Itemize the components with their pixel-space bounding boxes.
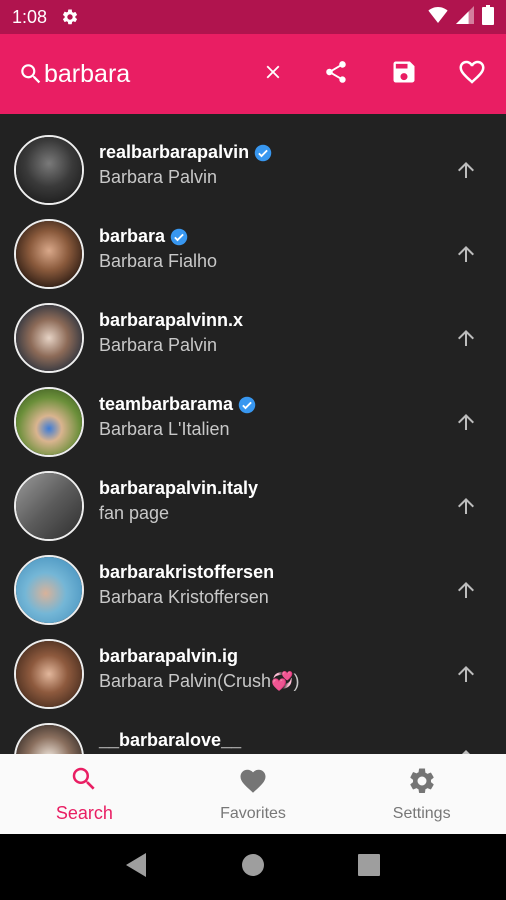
- heart-icon: [238, 766, 268, 801]
- fill-search-button[interactable]: [448, 320, 484, 356]
- username: barbarapalvinn.x: [99, 310, 244, 330]
- avatar: [14, 219, 84, 289]
- list-item[interactable]: barbarakristoffersen Barbara Kristoffers…: [0, 548, 506, 632]
- cell-signal-icon: [456, 5, 474, 29]
- save-button[interactable]: [370, 34, 438, 114]
- nav-settings-label: Settings: [392, 804, 451, 822]
- full-name: fan page: [99, 503, 170, 523]
- full-name: Barbara Palvin: [99, 335, 218, 355]
- app-bar: [0, 34, 506, 114]
- nav-search[interactable]: Search: [0, 754, 169, 834]
- arrow-up-icon: [458, 246, 474, 262]
- favorite-button[interactable]: [438, 34, 506, 114]
- full-name: Barbara Fialho: [99, 251, 218, 271]
- fill-search-button[interactable]: [448, 152, 484, 188]
- heart-outline-icon: [457, 57, 487, 92]
- full-name: Barbara Palvin: [99, 167, 218, 187]
- status-time: 1:08: [12, 6, 48, 27]
- username: barbarakristoffersen: [99, 562, 275, 582]
- share-icon: [323, 59, 349, 90]
- nav-favorites[interactable]: Favorites: [169, 754, 338, 834]
- system-navigation-bar: [0, 834, 506, 900]
- avatar: [14, 639, 84, 709]
- list-item[interactable]: realbarbarapalvin Barbara Palvin: [0, 128, 506, 212]
- verified-badge-icon: [238, 396, 256, 413]
- avatar: [14, 303, 84, 373]
- list-item[interactable]: barbarapalvin.ig Barbara Palvin(Crush💞): [0, 632, 506, 716]
- arrow-up-icon: [458, 162, 474, 178]
- username: __barbaralove__: [99, 730, 242, 750]
- wifi-icon: [428, 6, 448, 28]
- avatar: [14, 471, 84, 541]
- arrow-up-icon: [458, 582, 474, 598]
- avatar: [14, 135, 84, 205]
- verified-badge-icon: [254, 144, 272, 161]
- fill-search-button[interactable]: [448, 740, 484, 754]
- username: barbara: [99, 226, 166, 246]
- search-icon: [69, 764, 99, 799]
- share-button[interactable]: [302, 34, 370, 114]
- username: barbarapalvin.italy: [99, 478, 259, 498]
- full-name: Barbara Kristoffersen: [99, 587, 269, 607]
- username: realbarbarapalvin: [99, 142, 250, 162]
- gear-icon: [407, 766, 437, 801]
- nav-favorites-label: Favorites: [220, 804, 286, 822]
- fill-search-button[interactable]: [448, 404, 484, 440]
- fill-search-button[interactable]: [448, 656, 484, 692]
- arrow-up-icon: [458, 414, 474, 430]
- fill-search-button[interactable]: [448, 572, 484, 608]
- username: barbarapalvin.ig: [99, 646, 239, 666]
- nav-search-label: Search: [55, 803, 113, 823]
- list-item[interactable]: barbarapalvin.italy fan page: [0, 464, 506, 548]
- username: teambarbarama: [99, 394, 234, 414]
- home-icon[interactable]: [241, 853, 265, 882]
- bottom-navigation: Search Favorites Settings: [0, 754, 506, 834]
- status-bar: 1:08: [0, 0, 506, 34]
- nav-settings[interactable]: Settings: [337, 754, 506, 834]
- arrow-up-icon: [462, 750, 470, 754]
- fill-search-button[interactable]: [448, 236, 484, 272]
- close-icon: [262, 61, 284, 88]
- search-input[interactable]: [44, 59, 244, 89]
- list-item[interactable]: __barbaralove__: [0, 716, 506, 754]
- arrow-up-icon: [458, 666, 474, 682]
- arrow-up-icon: [458, 498, 474, 514]
- verified-badge-icon: [170, 228, 188, 245]
- back-icon[interactable]: [126, 852, 148, 882]
- battery-icon: [482, 4, 494, 30]
- list-item[interactable]: teambarbarama Barbara L'Italien: [0, 380, 506, 464]
- save-icon: [390, 58, 418, 91]
- avatar: [14, 555, 84, 625]
- settings-notification-icon: [61, 8, 79, 26]
- arrow-up-icon: [458, 330, 474, 346]
- avatar: [14, 387, 84, 457]
- full-name: Barbara Palvin(Crush💞): [99, 671, 300, 691]
- list-item[interactable]: barbarapalvinn.x Barbara Palvin: [0, 296, 506, 380]
- search-icon: [0, 61, 44, 87]
- fill-search-button[interactable]: [448, 488, 484, 524]
- list-item[interactable]: barbara Barbara Fialho: [0, 212, 506, 296]
- full-name: Barbara L'Italien: [99, 419, 230, 439]
- avatar: [14, 723, 84, 754]
- results-list[interactable]: realbarbarapalvin Barbara Palvin barbara…: [0, 114, 506, 754]
- recents-icon[interactable]: [357, 853, 380, 881]
- clear-search-button[interactable]: [244, 34, 302, 114]
